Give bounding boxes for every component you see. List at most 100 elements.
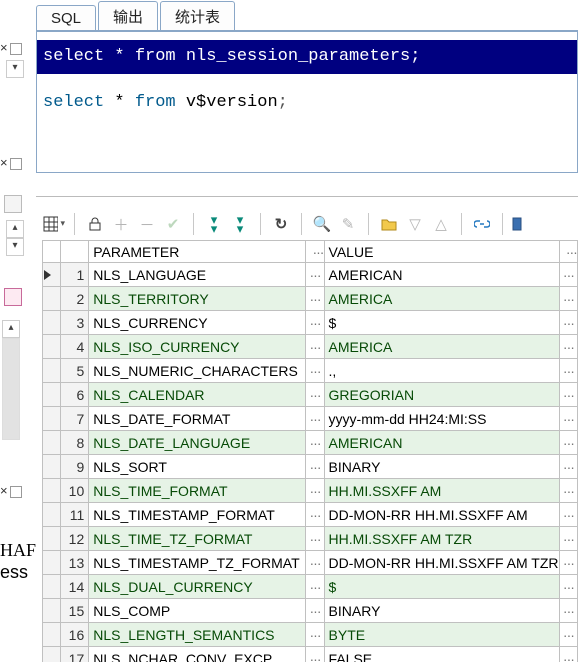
link-button[interactable] [470, 212, 494, 236]
scroll-down-icon[interactable]: ▾ [6, 60, 24, 78]
cell-parameter[interactable]: NLS_TIMESTAMP_TZ_FORMAT [89, 551, 306, 575]
table-row[interactable]: 12NLS_TIME_TZ_FORMAT···HH.MI.SSXFF AM TZ… [43, 527, 578, 551]
header-rownum[interactable] [61, 241, 89, 263]
add-row-button[interactable]: ＋ [109, 212, 133, 236]
fetch-all-button[interactable]: ▾▾ [228, 212, 252, 236]
cell-value[interactable]: HH.MI.SSXFF AM [324, 479, 559, 503]
fetch-page-button[interactable]: ▾▾ [202, 212, 226, 236]
cell-value[interactable]: BINARY [324, 455, 559, 479]
cell-ellipsis[interactable]: ··· [559, 383, 577, 407]
panel-close-3[interactable]: × [0, 483, 22, 498]
cell-parameter[interactable]: NLS_CURRENCY [89, 311, 306, 335]
cell-ellipsis[interactable]: ··· [559, 263, 577, 287]
cell-ellipsis[interactable]: ··· [306, 263, 324, 287]
cell-parameter[interactable]: NLS_CALENDAR [89, 383, 306, 407]
cell-value[interactable]: HH.MI.SSXFF AM TZR [324, 527, 559, 551]
cell-ellipsis[interactable]: ··· [306, 455, 324, 479]
cell-ellipsis[interactable]: ··· [306, 503, 324, 527]
cell-ellipsis[interactable]: ··· [559, 575, 577, 599]
cell-ellipsis[interactable]: ··· [559, 455, 577, 479]
lock-button[interactable] [83, 212, 107, 236]
cell-ellipsis[interactable]: ··· [559, 599, 577, 623]
cell-ellipsis[interactable]: ··· [306, 287, 324, 311]
cell-ellipsis[interactable]: ··· [306, 623, 324, 647]
cell-ellipsis[interactable]: ··· [306, 575, 324, 599]
cell-parameter[interactable]: NLS_NCHAR_CONV_EXCP [89, 647, 306, 662]
table-row[interactable]: 9NLS_SORT···BINARY··· [43, 455, 578, 479]
cell-ellipsis[interactable]: ··· [306, 383, 324, 407]
table-row[interactable]: 5NLS_NUMERIC_CHARACTERS···.,··· [43, 359, 578, 383]
tab-sql[interactable]: SQL [36, 5, 96, 30]
header-ellipsis-2[interactable]: ··· [559, 241, 577, 263]
cell-value[interactable]: $ [324, 311, 559, 335]
panel-toggle-1[interactable] [4, 195, 22, 213]
grid-mode-button[interactable] [42, 212, 66, 236]
cell-ellipsis[interactable]: ··· [306, 551, 324, 575]
panel-close-1[interactable]: × [0, 40, 22, 55]
table-row[interactable]: 6NLS_CALENDAR···GREGORIAN··· [43, 383, 578, 407]
cell-ellipsis[interactable]: ··· [559, 503, 577, 527]
table-row[interactable]: 11NLS_TIMESTAMP_FORMAT···DD-MON-RR HH.MI… [43, 503, 578, 527]
table-row[interactable]: 3NLS_CURRENCY···$··· [43, 311, 578, 335]
cell-ellipsis[interactable]: ··· [559, 647, 577, 662]
scrollbar-thumb[interactable] [3, 339, 19, 439]
cell-value[interactable]: BYTE [324, 623, 559, 647]
cell-ellipsis[interactable]: ··· [559, 431, 577, 455]
table-row[interactable]: 15NLS_COMP···BINARY··· [43, 599, 578, 623]
sql-editor[interactable]: select * from nls_session_parameters; se… [36, 32, 578, 173]
cell-ellipsis[interactable]: ··· [559, 527, 577, 551]
cell-ellipsis[interactable]: ··· [306, 311, 324, 335]
cell-value[interactable]: DD-MON-RR HH.MI.SSXFF AM [324, 503, 559, 527]
horizontal-splitter[interactable] [36, 196, 578, 197]
cell-parameter[interactable]: NLS_TERRITORY [89, 287, 306, 311]
cell-ellipsis[interactable]: ··· [306, 527, 324, 551]
cell-ellipsis[interactable]: ··· [306, 647, 324, 662]
scroll-down-icon-2[interactable]: ▾ [6, 238, 24, 256]
cell-value[interactable]: ., [324, 359, 559, 383]
cell-ellipsis[interactable]: ··· [559, 551, 577, 575]
table-row[interactable]: 16NLS_LENGTH_SEMANTICS···BYTE··· [43, 623, 578, 647]
cell-value[interactable]: DD-MON-RR HH.MI.SSXFF AM TZR [324, 551, 559, 575]
tab-output[interactable]: 输出 [98, 1, 158, 30]
cell-ellipsis[interactable]: ··· [306, 599, 324, 623]
cell-value[interactable]: BINARY [324, 599, 559, 623]
refresh-button[interactable]: ↻ [269, 212, 293, 236]
cell-parameter[interactable]: NLS_COMP [89, 599, 306, 623]
cell-ellipsis[interactable]: ··· [306, 359, 324, 383]
cell-ellipsis[interactable]: ··· [559, 479, 577, 503]
table-row[interactable]: 17NLS_NCHAR_CONV_EXCP···FALSE··· [43, 647, 578, 662]
table-row[interactable]: 1NLS_LANGUAGE···AMERICAN··· [43, 263, 578, 287]
table-row[interactable]: 2NLS_TERRITORY···AMERICA··· [43, 287, 578, 311]
cell-ellipsis[interactable]: ··· [306, 407, 324, 431]
scrollbar-track[interactable] [2, 338, 20, 440]
cell-ellipsis[interactable]: ··· [559, 311, 577, 335]
header-value[interactable]: VALUE [324, 241, 559, 263]
cell-ellipsis[interactable]: ··· [559, 407, 577, 431]
cell-parameter[interactable]: NLS_TIME_FORMAT [89, 479, 306, 503]
cell-ellipsis[interactable]: ··· [559, 623, 577, 647]
cell-value[interactable]: FALSE [324, 647, 559, 662]
cell-value[interactable]: AMERICA [324, 335, 559, 359]
cell-value[interactable]: AMERICAN [324, 431, 559, 455]
cell-ellipsis[interactable]: ··· [559, 335, 577, 359]
panel-pink-icon[interactable] [4, 288, 22, 306]
scroll-up-icon[interactable]: ▴ [6, 220, 24, 238]
cell-value[interactable]: $ [324, 575, 559, 599]
delete-row-button[interactable]: － [135, 212, 159, 236]
cell-parameter[interactable]: NLS_TIME_TZ_FORMAT [89, 527, 306, 551]
find-button[interactable]: 🔍 [310, 212, 334, 236]
panel-close-2[interactable]: × [0, 155, 22, 170]
commit-button[interactable]: ✔ [161, 212, 185, 236]
cell-parameter[interactable]: NLS_LANGUAGE [89, 263, 306, 287]
header-parameter[interactable]: PARAMETER [89, 241, 306, 263]
header-ellipsis-1[interactable]: ··· [306, 241, 324, 263]
cell-ellipsis[interactable]: ··· [559, 359, 577, 383]
cell-value[interactable]: GREGORIAN [324, 383, 559, 407]
cell-ellipsis[interactable]: ··· [559, 287, 577, 311]
cell-parameter[interactable]: NLS_DUAL_CURRENCY [89, 575, 306, 599]
cell-value[interactable]: yyyy-mm-dd HH24:MI:SS [324, 407, 559, 431]
more-button[interactable] [511, 212, 523, 236]
export-button[interactable] [377, 212, 401, 236]
cell-value[interactable]: AMERICAN [324, 263, 559, 287]
cell-parameter[interactable]: NLS_NUMERIC_CHARACTERS [89, 359, 306, 383]
